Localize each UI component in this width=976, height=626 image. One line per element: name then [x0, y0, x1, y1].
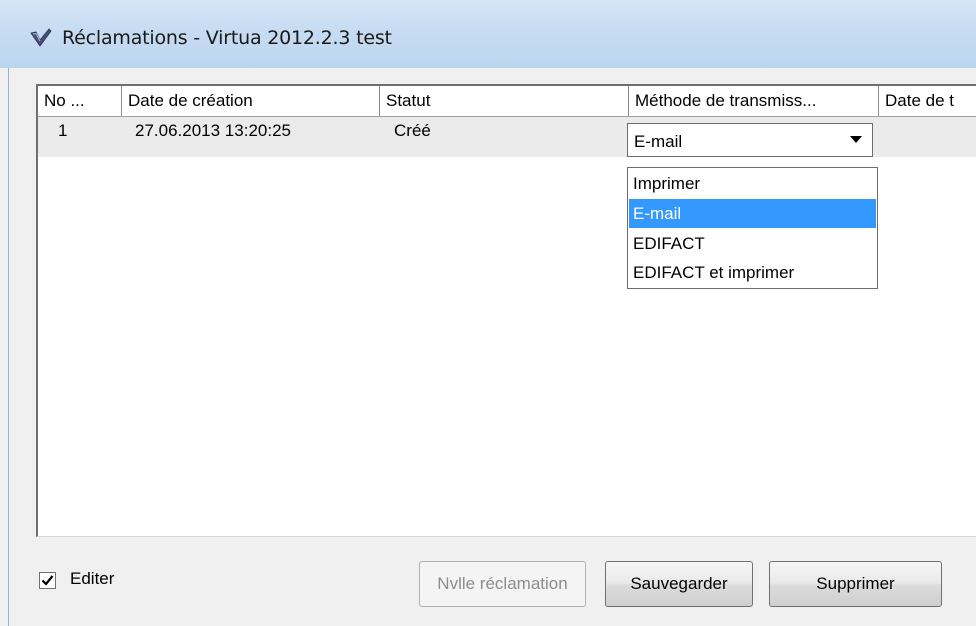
- reclamations-window: Réclamations - Virtua 2012.2.3 test No .…: [0, 0, 976, 626]
- cell-no: 1: [58, 121, 68, 140]
- combobox-value: E-mail: [634, 132, 683, 151]
- save-button[interactable]: Sauvegarder: [605, 561, 753, 607]
- column-header-no[interactable]: No ...: [38, 86, 122, 116]
- title-bar[interactable]: Réclamations - Virtua 2012.2.3 test: [0, 0, 976, 68]
- virtua-check-logo-icon: [30, 28, 52, 47]
- new-reclamation-button[interactable]: Nvlle réclamation: [419, 561, 586, 607]
- transmission-method-combobox[interactable]: E-mail: [627, 123, 873, 157]
- delete-button[interactable]: Supprimer: [769, 561, 942, 607]
- dropdown-option-edifact-imprimer[interactable]: EDIFACT et imprimer: [629, 258, 876, 287]
- column-header-statut[interactable]: Statut: [380, 86, 629, 116]
- table-header: No ... Date de création Statut Méthode d…: [38, 86, 976, 117]
- column-header-date-creation[interactable]: Date de création: [122, 86, 380, 116]
- dropdown-option-imprimer[interactable]: Imprimer: [629, 169, 876, 198]
- edit-checkbox[interactable]: [39, 572, 56, 589]
- cell-statut: Créé: [394, 121, 431, 140]
- column-header-methode[interactable]: Méthode de transmiss...: [629, 86, 879, 116]
- cell-date-creation: 27.06.2013 13:20:25: [135, 121, 291, 140]
- chevron-down-icon: [850, 136, 862, 143]
- transmission-method-dropdown-list[interactable]: Imprimer E-mail EDIFACT EDIFACT et impri…: [627, 167, 878, 289]
- combobox-dropdown-button[interactable]: [843, 127, 869, 153]
- window-title: Réclamations - Virtua 2012.2.3 test: [62, 27, 392, 49]
- edit-checkbox-label[interactable]: Editer: [70, 569, 114, 589]
- checkmark-icon: [41, 575, 54, 586]
- column-header-date-transmission[interactable]: Date de t: [879, 86, 976, 116]
- dropdown-option-email[interactable]: E-mail: [629, 199, 876, 228]
- dropdown-option-edifact[interactable]: EDIFACT: [629, 229, 876, 258]
